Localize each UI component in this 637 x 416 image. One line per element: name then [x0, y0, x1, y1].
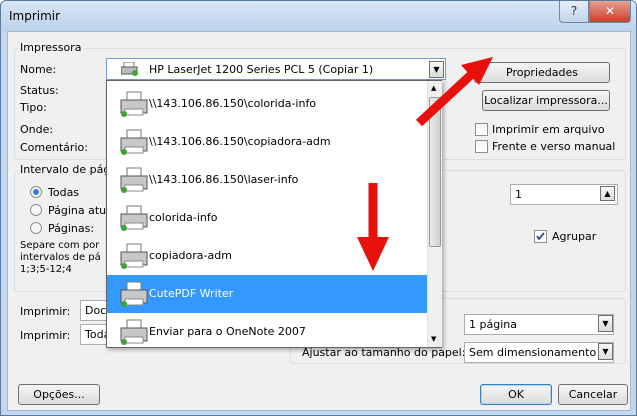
- printer-list-item-label: \\143.106.86.150\copiadora-adm: [149, 135, 331, 148]
- pages-label: Páginas:: [48, 222, 95, 235]
- print-to-file-label: Imprimir em arquivo: [492, 123, 605, 136]
- printer-group-title: Impressora: [18, 41, 84, 54]
- all-pages-radio[interactable]: [30, 186, 42, 198]
- window-title: Imprimir: [9, 9, 61, 23]
- printer-icon: [119, 165, 149, 195]
- all-pages-label: Todas: [48, 186, 80, 199]
- printer-list-item[interactable]: \\143.106.86.150\colorida-info: [107, 85, 427, 123]
- collate-label: Agrupar: [552, 230, 597, 243]
- page-range-title: Intervalo de pág: [18, 163, 113, 176]
- cancel-button[interactable]: Cancelar: [558, 384, 628, 405]
- title-bar: Imprimir ? ✕: [1, 1, 636, 31]
- status-label: Status:: [20, 84, 59, 97]
- annotation-arrow-icon: [357, 183, 389, 271]
- printer-list-item[interactable]: Enviar para o OneNote 2007: [107, 313, 427, 351]
- printer-icon: [119, 203, 149, 233]
- scale-value: Sem dimensionamento: [469, 346, 597, 359]
- options-button[interactable]: Opções...: [18, 384, 100, 405]
- printer-list-item-label: \\143.106.86.150\colorida-info: [149, 97, 317, 110]
- printer-list-item-label: Enviar para o OneNote 2007: [149, 325, 306, 338]
- printer-icon: [119, 317, 149, 347]
- collate-checkbox[interactable]: [534, 230, 547, 243]
- scroll-down-icon[interactable]: ▼: [431, 335, 436, 343]
- pages-radio[interactable]: [30, 222, 42, 234]
- scale-select[interactable]: Sem dimensionamento: [464, 342, 614, 363]
- comment-label: Comentário:: [20, 141, 88, 154]
- printer-list-item[interactable]: \\143.106.86.150\copiadora-adm: [107, 123, 427, 161]
- annotation-arrow-icon: [415, 57, 493, 127]
- find-printer-button[interactable]: Localizar impressora...: [482, 90, 610, 111]
- print-dialog: Imprimir ? ✕ Impressora Nome: Status: Ti…: [0, 0, 637, 416]
- chevron-down-icon[interactable]: ▼: [598, 315, 613, 332]
- name-label: Nome:: [20, 63, 57, 76]
- type-label: Tipo:: [20, 101, 47, 114]
- checkmark-icon: [536, 232, 545, 241]
- printer-icon: [119, 89, 149, 119]
- printer-icon: [120, 61, 139, 76]
- printer-list-item-label: \\143.106.86.150\laser-info: [149, 173, 299, 186]
- print-what-label: Imprimir:: [20, 305, 71, 318]
- printer-list-item-label: copiadora-adm: [149, 249, 232, 262]
- ok-button[interactable]: OK: [480, 384, 552, 405]
- printer-list-item-label: colorida-info: [149, 211, 218, 224]
- printer-name-select[interactable]: HP LaserJet 1200 Series PCL 5 (Copiar 1)…: [106, 58, 446, 80]
- copies-spinner[interactable]: ▲: [600, 186, 615, 201]
- printer-icon: [119, 127, 149, 157]
- where-label: Onde:: [20, 123, 54, 136]
- printer-list-item[interactable]: CutePDF Writer: [107, 275, 427, 313]
- current-page-label: Página atua: [48, 204, 113, 217]
- pages-per-sheet-select[interactable]: 1 página: [464, 314, 614, 335]
- duplex-label: Frente e verso manual: [492, 140, 616, 153]
- dialog-body: Impressora Nome: Status: Tipo: Onde: Com…: [7, 31, 631, 411]
- help-button[interactable]: ?: [559, 1, 589, 23]
- current-page-radio[interactable]: [30, 204, 42, 216]
- chevron-down-icon[interactable]: ▼: [598, 343, 613, 360]
- duplex-checkbox[interactable]: [475, 140, 488, 153]
- printer-list-item-label: CutePDF Writer: [149, 287, 234, 300]
- close-button[interactable]: ✕: [589, 1, 631, 23]
- printer-icon: [119, 241, 149, 271]
- selected-printer-value: HP LaserJet 1200 Series PCL 5 (Copiar 1): [149, 63, 374, 76]
- printer-icon: [119, 279, 149, 309]
- page-range-hint: Separe com por intervalos de pá 1;3;5-12…: [20, 240, 101, 275]
- print-label: Imprimir:: [20, 329, 71, 342]
- pages-per-sheet-value: 1 página: [469, 318, 517, 331]
